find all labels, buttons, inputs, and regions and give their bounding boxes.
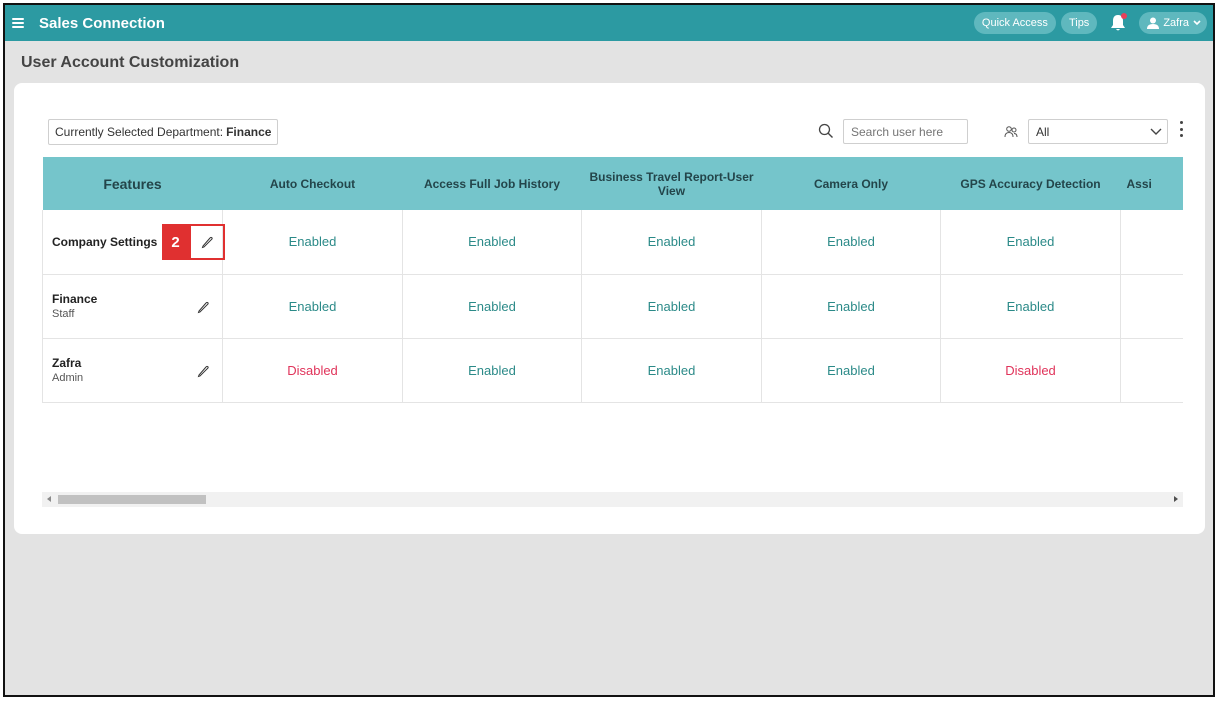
feature-status[interactable]: Enabled <box>581 338 762 403</box>
scroll-left-arrow-icon[interactable] <box>47 496 51 502</box>
column-header: Access Full Job History <box>402 157 582 210</box>
top-right-actions: Quick Access Tips Zafra <box>969 5 1207 41</box>
role-filter-value: All <box>1036 124 1050 139</box>
role-filter-select[interactable]: All <box>1028 119 1168 144</box>
feature-status[interactable] <box>1120 274 1183 339</box>
edit-button[interactable] <box>189 224 225 260</box>
feature-status[interactable]: Enabled <box>761 338 941 403</box>
feature-status[interactable]: Enabled <box>402 338 582 403</box>
app-title: Sales Connection <box>39 14 165 32</box>
user-menu-button[interactable]: Zafra <box>1139 12 1207 34</box>
users-icon <box>1004 126 1018 138</box>
content-card: Currently Selected Department: Finance A… <box>14 83 1205 534</box>
top-bar: Sales Connection Quick Access Tips Zafra <box>5 5 1213 41</box>
feature-status[interactable]: Enabled <box>761 274 941 339</box>
step-badge: 2 <box>162 224 189 260</box>
feature-status[interactable]: Disabled <box>222 338 403 403</box>
scrollbar-thumb[interactable] <box>58 495 206 504</box>
menu-icon[interactable] <box>12 18 24 28</box>
page-title: User Account Customization <box>21 54 240 71</box>
column-header: Features <box>42 157 223 210</box>
horizontal-scrollbar[interactable] <box>42 492 1183 507</box>
feature-table-container: Features Auto Checkout Access Full Job H… <box>42 157 1183 491</box>
table-header-row: Features Auto Checkout Access Full Job H… <box>42 157 1183 210</box>
pencil-icon <box>201 236 213 249</box>
pencil-icon <box>197 365 209 377</box>
feature-status[interactable] <box>1120 338 1183 403</box>
table-row: Company Settings 2 Enabled Enabled Enabl… <box>42 210 1183 275</box>
more-options-icon[interactable] <box>1178 121 1184 137</box>
row-label-cell: Finance Staff <box>42 274 223 339</box>
feature-status[interactable]: Enabled <box>940 210 1121 275</box>
feature-status[interactable]: Enabled <box>761 210 941 275</box>
quick-access-button[interactable]: Quick Access <box>973 12 1056 34</box>
feature-status[interactable]: Enabled <box>581 274 762 339</box>
row-label-cell: Zafra Admin <box>42 338 223 403</box>
feature-status[interactable]: Disabled <box>940 338 1121 403</box>
chevron-down-icon <box>1193 20 1201 26</box>
column-header: Business Travel Report-User View <box>581 157 762 210</box>
column-header: Assi <box>1120 157 1183 210</box>
tips-button[interactable]: Tips <box>1060 12 1098 34</box>
scroll-right-arrow-icon[interactable] <box>1174 496 1178 502</box>
user-icon <box>1147 17 1160 29</box>
app-window: Sales Connection Quick Access Tips Zafra… <box>3 3 1215 697</box>
department-label: Currently Selected Department: <box>55 125 224 139</box>
user-name: Zafra <box>1163 17 1189 29</box>
feature-status[interactable]: Enabled <box>222 210 403 275</box>
column-header: Auto Checkout <box>222 157 403 210</box>
feature-status[interactable]: Enabled <box>940 274 1121 339</box>
feature-status[interactable] <box>1120 210 1183 275</box>
feature-status[interactable]: Enabled <box>581 210 762 275</box>
edit-button[interactable] <box>192 296 214 318</box>
row-label-cell: Company Settings 2 <box>42 210 225 275</box>
search-icon[interactable] <box>818 123 834 139</box>
chevron-down-icon <box>1150 128 1162 135</box>
edit-button[interactable] <box>192 360 214 382</box>
feature-status[interactable]: Enabled <box>222 274 403 339</box>
column-header: Camera Only <box>761 157 941 210</box>
selected-department: Currently Selected Department: Finance <box>48 119 279 145</box>
search-input[interactable] <box>843 119 968 144</box>
table-row: Zafra Admin Disabled Enabled Enabled Ena… <box>42 338 1183 403</box>
feature-status[interactable]: Enabled <box>402 210 582 275</box>
pencil-icon <box>197 301 209 313</box>
department-value: Finance <box>226 125 272 139</box>
column-header: GPS Accuracy Detection <box>940 157 1121 210</box>
table-row: Finance Staff Enabled Enabled Enabled En… <box>42 274 1183 339</box>
feature-status[interactable]: Enabled <box>402 274 582 339</box>
feature-table: Features Auto Checkout Access Full Job H… <box>42 157 1183 403</box>
notification-bell-icon[interactable] <box>1109 13 1128 33</box>
